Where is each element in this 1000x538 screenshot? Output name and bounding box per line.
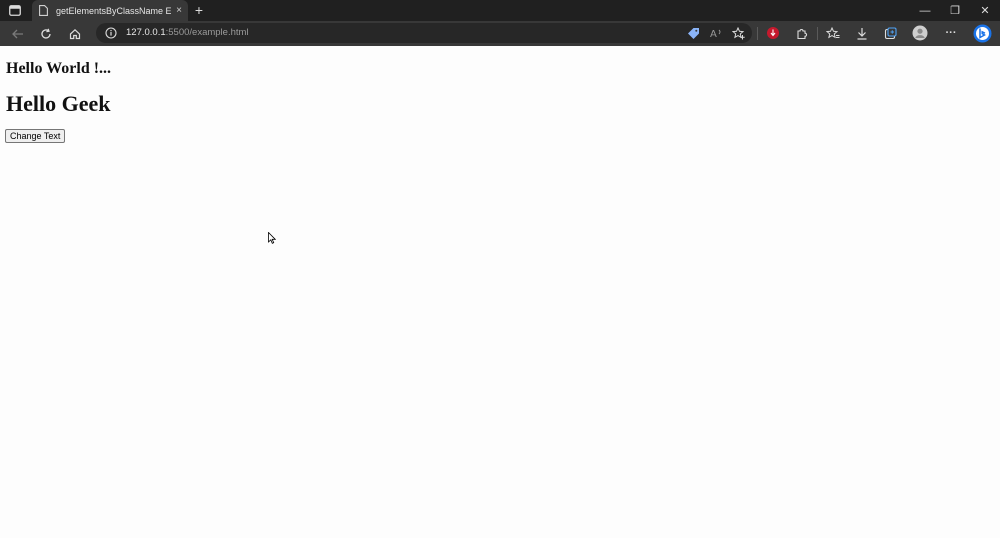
favorites-icon[interactable]	[825, 25, 841, 41]
url-path: :5500/example.html	[165, 27, 249, 38]
extension-red-icon[interactable]	[765, 25, 781, 41]
new-tab-button[interactable]: +	[190, 2, 208, 19]
back-icon[interactable]	[8, 24, 28, 43]
tab-actions-icon[interactable]	[6, 3, 24, 18]
page-icon	[38, 5, 48, 17]
restore-button[interactable]: ❐	[940, 0, 970, 21]
toolbar-separator	[757, 27, 758, 40]
address-url: 127.0.0.1:5500/example.html	[126, 27, 249, 38]
coupon-icon[interactable]	[685, 25, 701, 41]
page-content: Hello World !... Hello Geek Change Text	[0, 46, 1000, 538]
extensions-icon[interactable]	[793, 25, 809, 41]
heading-hello-world: Hello World !...	[6, 60, 112, 77]
read-aloud-icon[interactable]: A	[709, 25, 725, 41]
svg-text:A: A	[710, 29, 717, 39]
heading-hello-geek: Hello Geek	[6, 91, 111, 116]
browser-toolbar: 127.0.0.1:5500/example.html A ···	[0, 21, 1000, 46]
toolbar-separator	[817, 27, 818, 40]
add-favorite-icon[interactable]	[731, 25, 747, 41]
copilot-icon[interactable]	[972, 23, 992, 43]
close-window-button[interactable]: ✕	[970, 0, 1000, 21]
address-bar[interactable]: 127.0.0.1:5500/example.html	[96, 23, 752, 43]
more-icon[interactable]: ···	[943, 25, 959, 41]
downloads-icon[interactable]	[854, 25, 870, 41]
browser-tab[interactable]: getElementsByClassName Examp ×	[32, 0, 188, 21]
url-host: 127.0.0.1	[126, 27, 166, 38]
home-icon[interactable]	[65, 24, 85, 43]
title-bar: getElementsByClassName Examp × + — ❐ ✕	[0, 0, 1000, 21]
change-text-button[interactable]: Change Text	[5, 129, 66, 143]
minimize-button[interactable]: —	[910, 0, 940, 21]
refresh-icon[interactable]	[36, 24, 56, 43]
profile-icon[interactable]	[912, 25, 928, 41]
info-icon[interactable]	[104, 26, 117, 39]
collections-icon[interactable]	[882, 25, 898, 41]
cursor-icon	[268, 231, 277, 249]
tab-close-button[interactable]: ×	[173, 5, 185, 16]
tab-title: getElementsByClassName Examp	[56, 5, 171, 16]
